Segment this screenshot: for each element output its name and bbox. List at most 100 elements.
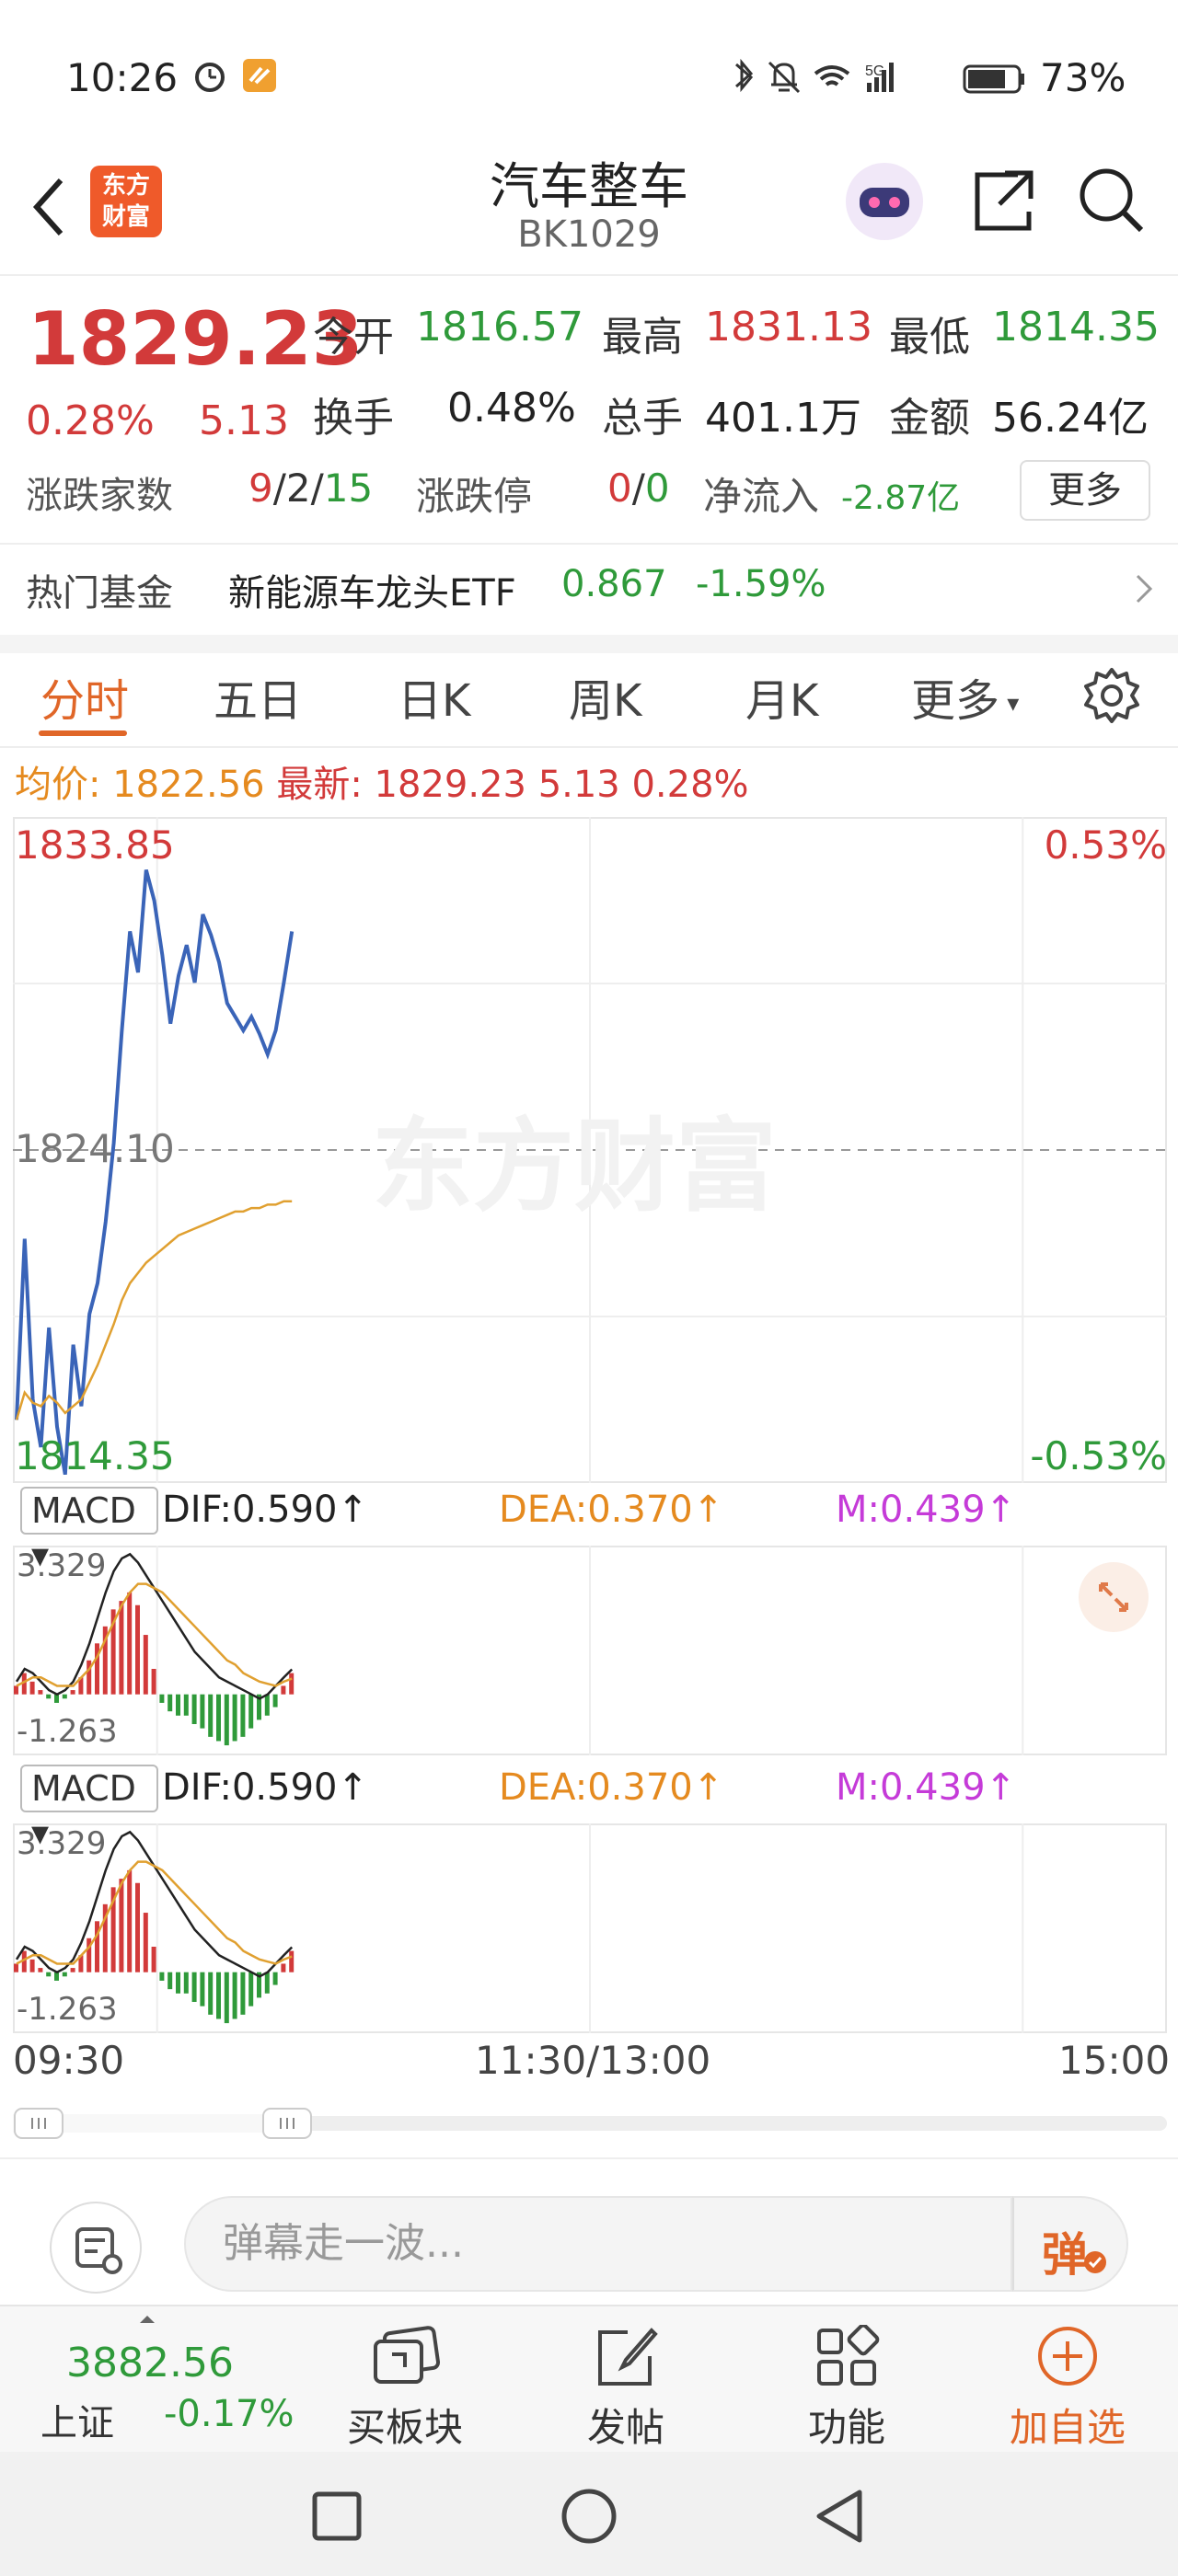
macd-selector[interactable]: MACD ▾	[20, 1765, 158, 1853]
amount-value: 56.24亿	[992, 395, 1149, 442]
chevron-right-icon	[1136, 574, 1153, 604]
index-name: 上证	[40, 2402, 114, 2444]
price-line	[15, 869, 294, 1476]
check-badge-icon	[1084, 2251, 1106, 2273]
macd-chart-2[interactable]: 3.329 -1.263	[13, 1823, 1167, 2033]
turnover-label: 换手	[313, 395, 394, 442]
add-circle-icon	[1038, 2327, 1097, 2386]
tab-monthly-k[interactable]: 月K	[745, 664, 818, 729]
macd-histogram-bar	[46, 1972, 52, 1977]
tab-five-day[interactable]: 五日	[214, 664, 302, 729]
macd-histogram-bar	[240, 1694, 246, 1737]
macd-histogram-bar	[248, 1694, 254, 1729]
macd-histogram-bar	[143, 1913, 148, 1972]
macd-histogram-bar	[232, 1694, 237, 1742]
nav-buy-sector[interactable]: 买板块	[331, 2306, 479, 2454]
macd-histogram-bar	[29, 1959, 35, 1972]
nav-add-watchlist[interactable]: 加自选	[994, 2306, 1141, 2454]
hot-fund-row[interactable]: 热门基金 新能源车龙头ETF 0.867 -1.59%	[0, 543, 1178, 635]
macd-dea: DEA:0.370↑	[499, 1766, 724, 1809]
macd-histogram-bar	[54, 1972, 59, 1981]
macd-histogram-bar	[248, 1972, 254, 2007]
macd-m: M:0.439↑	[836, 1489, 1017, 1531]
low-label: 最低	[889, 314, 970, 361]
macd-histogram-bar	[224, 1694, 229, 1746]
chart-range-scroller[interactable]	[13, 2107, 1167, 2140]
grid-functions-icon	[817, 2325, 880, 2386]
macd-histogram-bar	[119, 1879, 124, 1972]
macd-histogram-bar	[62, 1694, 67, 1699]
open-value: 1816.57	[416, 304, 583, 351]
macd-histogram-bar	[191, 1972, 197, 2003]
system-navigation-bar	[0, 2452, 1178, 2576]
y-label-top-pct: 0.53%	[1044, 822, 1167, 868]
macd-histogram-bar	[167, 1694, 173, 1712]
hot-fund-label: 热门基金	[26, 572, 173, 615]
robot-assistant-icon[interactable]	[843, 160, 926, 243]
macd-histogram-bar	[14, 1685, 18, 1695]
macd-histogram-bar	[95, 1921, 99, 1972]
y-label-mid: 1824.10	[15, 1126, 175, 1171]
status-icons: 5G	[735, 58, 1024, 94]
macd-histogram-bar	[240, 1972, 246, 2015]
macd-histogram-bar	[176, 1694, 180, 1716]
settings-gear-icon[interactable]	[1082, 666, 1141, 725]
macd-histogram-bar	[119, 1601, 124, 1695]
status-bar: 10:26 5G 73%	[0, 0, 1178, 156]
y-label-top: 1833.85	[15, 822, 175, 868]
adv-dec-counts: 9/2/15	[248, 466, 374, 511]
recent-apps-icon[interactable]	[309, 2489, 364, 2544]
back-nav-icon[interactable]	[810, 2487, 869, 2546]
period-tabs: 分时 五日 日K 周K 月K 更多 ▾	[0, 651, 1178, 748]
macd-histogram-bar	[54, 1694, 59, 1703]
index-ticker[interactable]: 3882.56 上证 -0.17%	[0, 2306, 313, 2454]
clock: 10:26	[66, 55, 179, 100]
hot-fund-price: 0.867	[561, 563, 667, 605]
share-icon[interactable]	[966, 164, 1040, 237]
danmu-input[interactable]: 弹幕走一波...	[184, 2196, 1012, 2292]
macd-histogram-bar	[289, 1950, 294, 1972]
tab-daily-k[interactable]: 日K	[398, 664, 470, 729]
macd-histogram-bar	[135, 1882, 140, 1972]
macd-histogram-bar	[38, 1690, 43, 1695]
active-tab-indicator	[39, 730, 127, 736]
macd-histogram-bar	[264, 1694, 270, 1716]
danmu-bar: 弹幕走一波... 弹	[0, 2157, 1178, 2305]
macd-histogram-bar	[216, 1972, 221, 2019]
macd-histogram-bar	[135, 1604, 140, 1695]
search-icon[interactable]	[1075, 164, 1149, 237]
nav-functions[interactable]: 功能	[773, 2306, 920, 2454]
tab-intraday[interactable]: 分时	[40, 664, 129, 729]
watermark: 东方财富	[372, 1108, 777, 1225]
tab-more[interactable]: 更多 ▾	[911, 664, 1019, 729]
change-value: 5.13	[199, 397, 289, 444]
amount-label: 金额	[889, 395, 970, 442]
macd-histogram-bar	[272, 1694, 278, 1708]
macd-m: M:0.439↑	[836, 1766, 1017, 1809]
danmu-settings-button[interactable]	[50, 2202, 142, 2294]
macd-header-1: MACD ▾ DIF:0.590↑ DEA:0.370↑ M:0.439↑	[13, 1485, 1167, 1575]
macd-histogram-bar	[183, 1972, 189, 1994]
tab-weekly-k[interactable]: 周K	[569, 664, 641, 729]
avg-price: 1822.56	[112, 764, 265, 806]
macd-y-bottom: -1.263	[17, 1991, 118, 2028]
macd-histogram-bar	[281, 1685, 286, 1695]
time-label-midday: 11:30/13:00	[475, 2038, 711, 2083]
section-divider	[0, 635, 1178, 653]
macd-selector[interactable]: MACD ▾	[20, 1487, 158, 1575]
nav-post[interactable]: 发帖	[552, 2306, 699, 2454]
latest-change-pct: 0.28%	[631, 764, 749, 806]
intraday-chart[interactable]: 东方财富 1833.85 0.53% 1824.10 1814.35 -0.53…	[13, 817, 1167, 1483]
index-change: -0.17%	[164, 2393, 294, 2435]
danmu-send-button[interactable]: 弹	[1012, 2196, 1128, 2292]
macd-histogram-bar	[264, 1972, 270, 1994]
macd-chart-1[interactable]: 3.329 -1.263	[13, 1546, 1167, 1755]
expand-icon[interactable]	[1077, 1560, 1150, 1634]
quote-panel: 1829.23 0.28% 5.13 今开 1816.57 最高 1831.13…	[0, 276, 1178, 543]
more-button[interactable]: 更多	[1020, 460, 1150, 521]
macd-histogram-bar	[232, 1972, 237, 2019]
macd-histogram-bar	[191, 1694, 197, 1725]
avg-price-line	[15, 1200, 293, 1420]
hot-fund-name[interactable]: 新能源车龙头ETF	[228, 563, 516, 616]
home-icon[interactable]	[560, 2487, 618, 2546]
